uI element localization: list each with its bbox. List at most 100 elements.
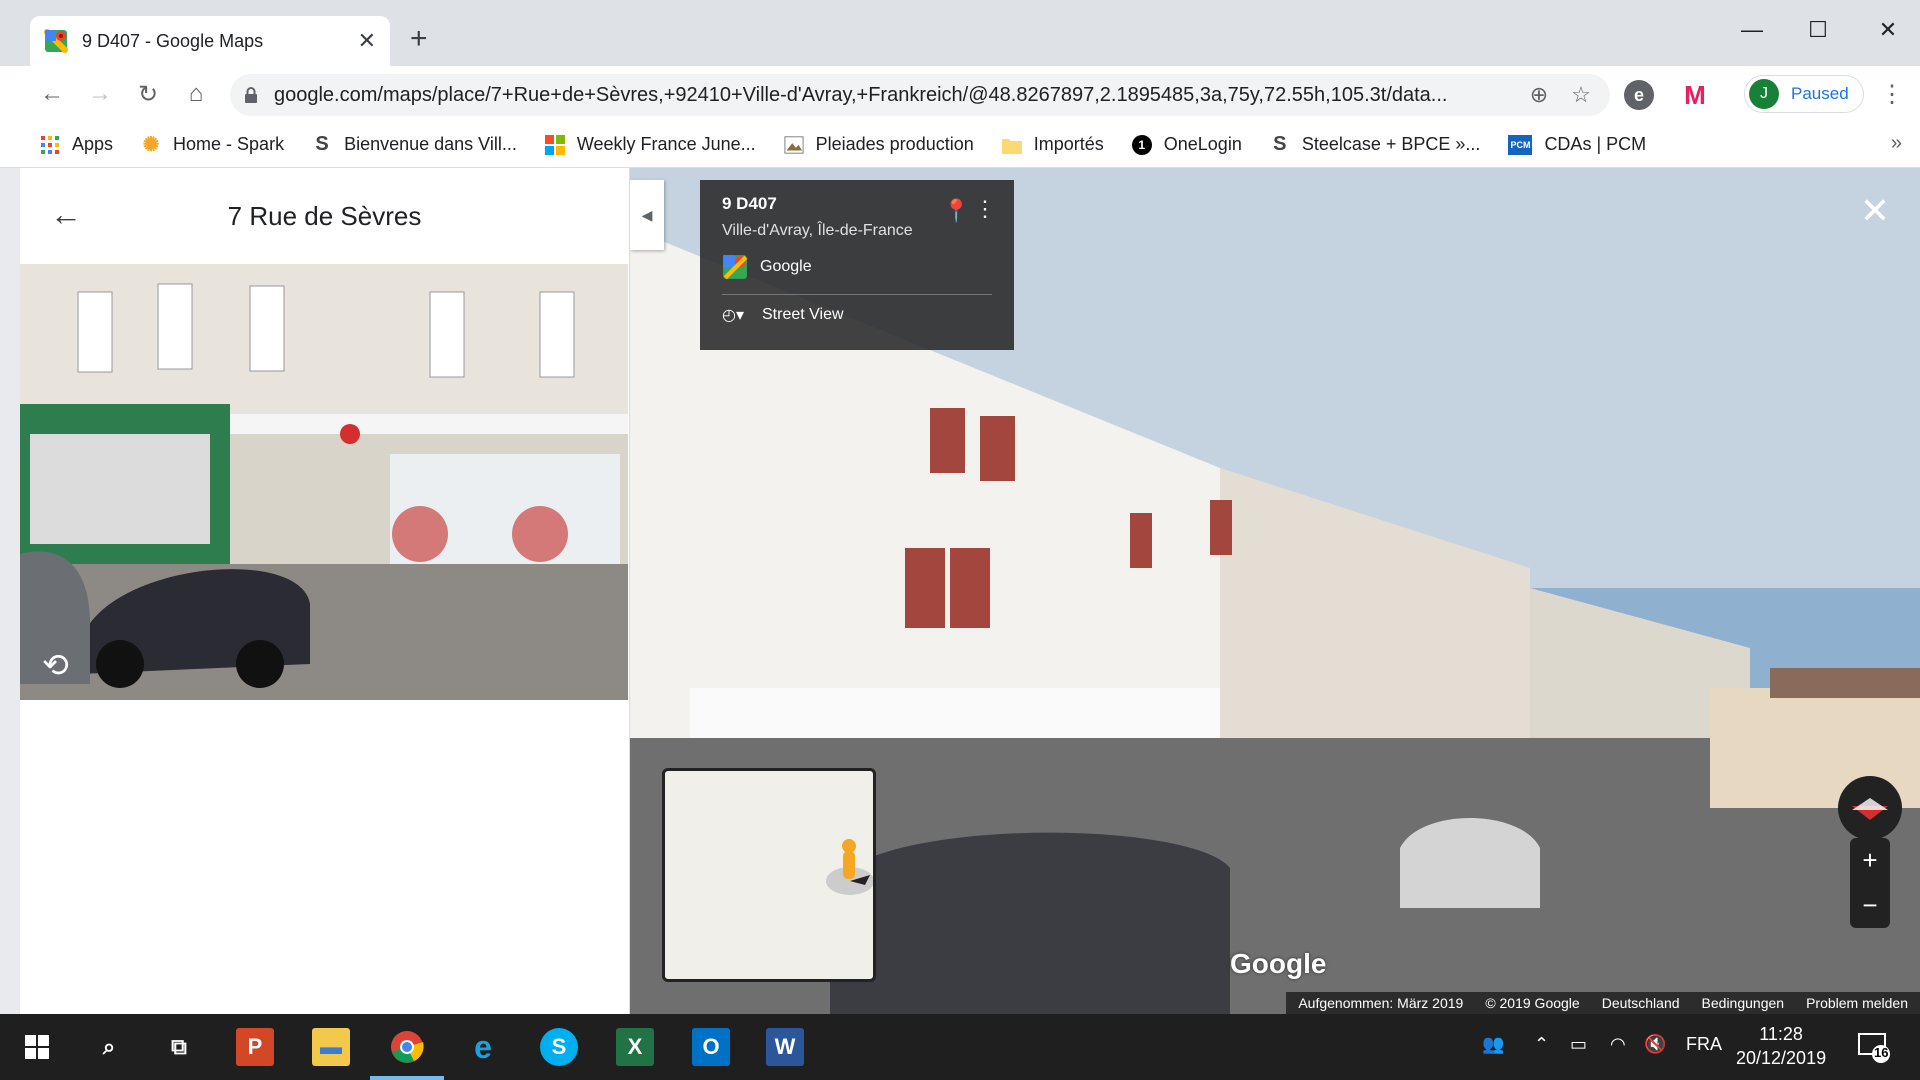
volume-muted-icon[interactable]: 🔇 [1644, 1034, 1666, 1055]
place-title: 7 Rue de Sèvres [227, 200, 422, 231]
windows-logo-icon [544, 134, 565, 155]
rotate-360-icon: ⟲ [42, 647, 69, 683]
add-location-icon[interactable]: ⊕ [1524, 82, 1554, 108]
onelogin-icon: 1 [1131, 134, 1152, 155]
tab-close-icon[interactable]: ✕ [358, 28, 376, 54]
clock-time: 11:28 [1759, 1024, 1803, 1044]
bookmark-home-spark[interactable]: ✺ Home - Spark [141, 134, 284, 156]
capture-date: Aufgenommen: März 2019 [1298, 995, 1464, 1011]
battery-icon[interactable]: ▭ [1570, 1034, 1587, 1055]
wifi-icon[interactable]: ◠ [1610, 1034, 1626, 1055]
side-panel: ← 7 Rue de Sèvres ⟲ [20, 168, 630, 1014]
google-maps-icon [44, 29, 68, 53]
s-icon: S [1273, 133, 1287, 155]
bookmark-pleiades[interactable]: Pleiades production [784, 134, 974, 155]
maximize-icon[interactable]: ☐ [1798, 10, 1838, 50]
street-view-thumbnail[interactable]: ⟲ [20, 264, 628, 700]
chrome-icon[interactable] [388, 1028, 426, 1066]
task-view-icon[interactable]: ⧉ [160, 1028, 198, 1066]
system-clock[interactable]: 11:28 20/12/2019 [1736, 1022, 1826, 1070]
powerpoint-icon[interactable]: P [236, 1028, 274, 1066]
url-text: google.com/maps/place/7+Rue+de+Sèvres,+9… [274, 83, 1448, 106]
bookmark-star-icon[interactable]: ☆ [1566, 82, 1596, 108]
pcm-icon: PCM [1508, 134, 1533, 155]
s-icon: S [315, 133, 329, 155]
excel-icon[interactable]: X [616, 1028, 654, 1066]
tray-chevron-icon[interactable]: ⌃ [1534, 1034, 1549, 1055]
back-icon[interactable]: ← [36, 78, 68, 110]
skype-icon[interactable]: S [540, 1028, 578, 1066]
outlook-icon[interactable]: O [692, 1028, 730, 1066]
close-window-icon[interactable]: ✕ [1868, 10, 1908, 50]
m-extension-icon[interactable]: M [1680, 80, 1710, 110]
zoom-in-button[interactable]: + [1862, 845, 1877, 876]
browser-tab[interactable]: 9 D407 - Google Maps ✕ [30, 16, 390, 66]
provider-row: Google [722, 254, 992, 280]
address-bar[interactable]: google.com/maps/place/7+Rue+de+Sèvres,+9… [230, 74, 1610, 116]
profile-button[interactable]: J Paused [1744, 75, 1864, 113]
file-explorer-icon[interactable]: ▬ [312, 1028, 350, 1066]
more-options-icon[interactable]: ⋮ [974, 196, 996, 222]
bookmark-steelcase[interactable]: S Steelcase + BPCE »... [1270, 133, 1480, 155]
people-icon[interactable]: 👥 [1482, 1034, 1504, 1055]
windows-start-icon[interactable] [18, 1028, 56, 1066]
report-problem-link[interactable]: Problem melden [1806, 995, 1908, 1011]
browser-toolbar: ← → ↻ ⌂ google.com/maps/place/7+Rue+de+S… [0, 66, 1920, 122]
folder-icon [1001, 135, 1022, 155]
region-link[interactable]: Deutschland [1602, 995, 1680, 1011]
clock-date: 20/12/2019 [1736, 1048, 1827, 1068]
word-icon[interactable]: W [766, 1028, 804, 1066]
minimize-icon[interactable]: — [1732, 10, 1772, 50]
internet-explorer-icon[interactable]: e [464, 1028, 502, 1066]
zoom-out-button[interactable]: − [1862, 890, 1877, 921]
info-subtitle: Ville-d'Avray, Île-de-France [722, 222, 913, 239]
apps-grid-icon [40, 135, 60, 155]
mode-label: Street View [762, 306, 844, 323]
new-tab-button[interactable]: + [410, 22, 428, 56]
picture-icon [784, 135, 804, 155]
home-icon[interactable]: ⌂ [180, 78, 212, 110]
history-icon[interactable]: ◴▾ [722, 305, 744, 325]
close-street-view-icon[interactable]: ✕ [1860, 190, 1890, 232]
search-icon[interactable]: ⌕ [90, 1028, 128, 1066]
bookmark-apps[interactable]: Apps [40, 134, 113, 155]
forward-icon[interactable]: → [84, 78, 116, 110]
maps-page: ← 7 Rue de Sèvres ⟲ ◀ 9 D407 Ville-d'Avr… [0, 168, 1920, 1014]
notification-center-icon[interactable]: 16 [1856, 1030, 1892, 1066]
bookmark-importes[interactable]: Importés [1001, 134, 1104, 155]
collapse-panel-button[interactable]: ◀ [630, 180, 664, 250]
street-view-row[interactable]: ◴▾ Street View [722, 305, 992, 325]
bookmarks-bar: Apps ✺ Home - Spark S Bienvenue dans Vil… [0, 122, 1920, 168]
bookmark-weekly-france[interactable]: Weekly France June... [544, 134, 756, 155]
attribution-bar: Aufgenommen: März 2019 © 2019 Google Deu… [1286, 992, 1920, 1014]
extension-icon[interactable]: e [1624, 80, 1654, 110]
tab-title: 9 D407 - Google Maps [82, 30, 264, 51]
terms-link[interactable]: Bedingungen [1702, 995, 1785, 1011]
google-maps-icon [723, 255, 748, 280]
storefront-photo [20, 264, 628, 700]
bookmark-cdas-pcm[interactable]: PCM CDAs | PCM [1508, 134, 1646, 155]
pin-icon[interactable]: 📍 [943, 198, 970, 224]
compass-icon[interactable] [1838, 776, 1902, 840]
browser-menu-icon[interactable]: ⋮ [1880, 80, 1904, 109]
bookmark-onelogin[interactable]: 1 OneLogin [1131, 134, 1242, 155]
background-map-strip [0, 168, 20, 1014]
notification-count: 16 [1874, 1045, 1889, 1060]
side-panel-header: ← 7 Rue de Sèvres [20, 168, 629, 264]
windows-taskbar: ⌕ ⧉ P ▬ e S X O W 👥 ⌃ ▭ ◠ 🔇 FRA 11:28 20… [0, 1014, 1920, 1080]
language-indicator[interactable]: FRA [1686, 1034, 1722, 1055]
spark-icon: ✺ [142, 134, 160, 156]
location-info-card: 9 D407 Ville-d'Avray, Île-de-France Goog… [700, 180, 1014, 350]
zoom-controls: + − [1850, 838, 1890, 928]
profile-status: Paused [1791, 84, 1849, 103]
mini-map[interactable] [662, 768, 876, 982]
street-view-panorama[interactable]: ◀ 9 D407 Ville-d'Avray, Île-de-France Go… [630, 168, 1920, 1014]
reload-icon[interactable]: ↻ [132, 78, 164, 110]
back-arrow-icon[interactable]: ← [50, 196, 82, 233]
more-bookmarks-icon[interactable]: » [1891, 132, 1902, 155]
title-bar: 9 D407 - Google Maps ✕ + — ☐ ✕ [0, 0, 1920, 66]
active-app-indicator [370, 1076, 444, 1080]
bookmark-bienvenue[interactable]: S Bienvenue dans Vill... [312, 133, 516, 155]
pegman-icon [826, 839, 873, 895]
divider [722, 294, 992, 295]
